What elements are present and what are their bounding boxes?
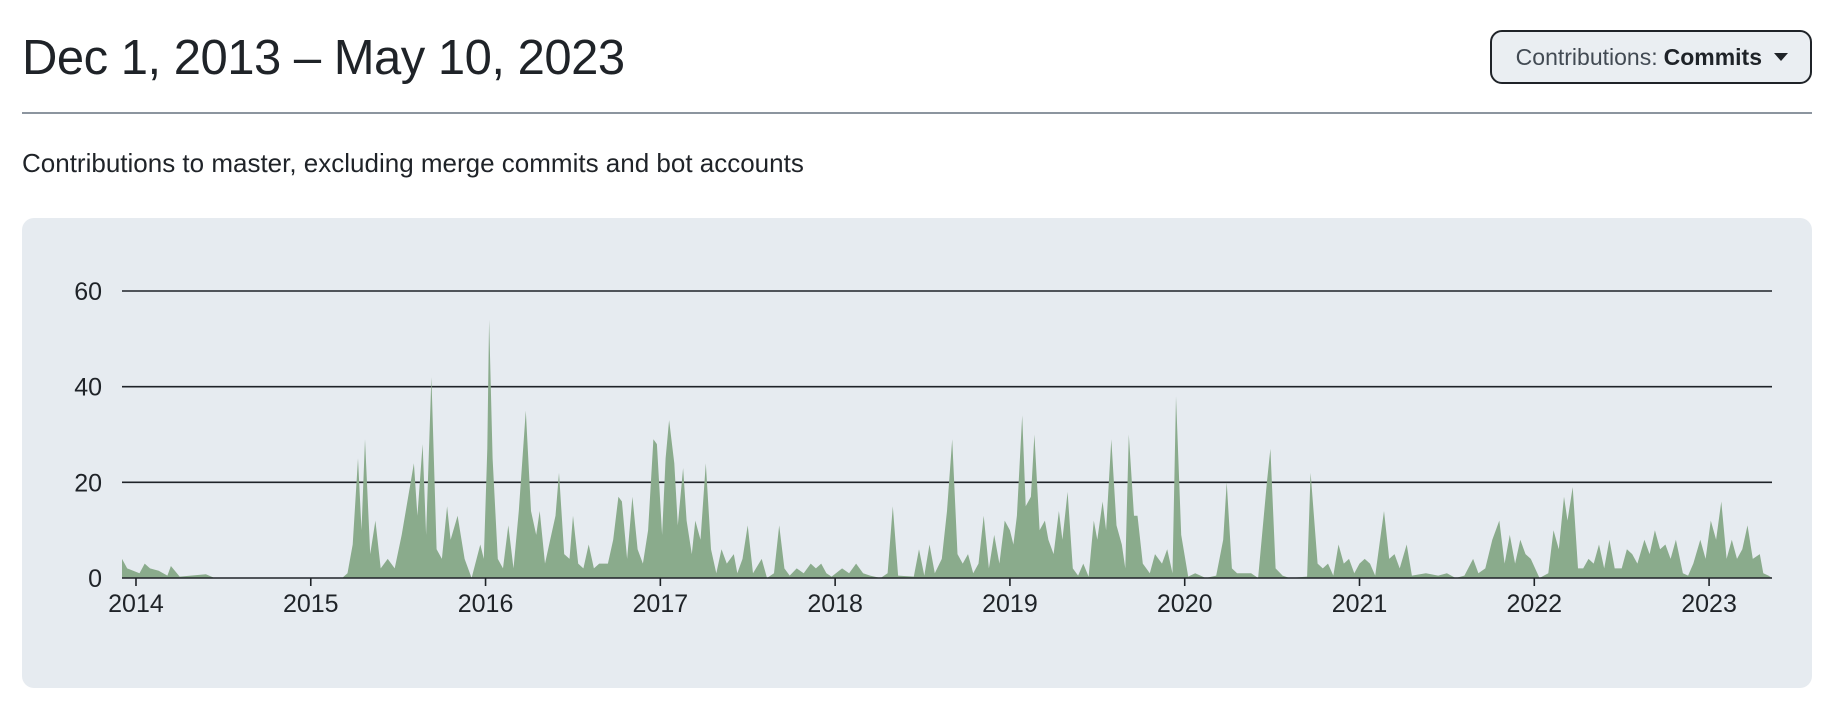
contributions-chart: 0 20 40 60 2014 2015 2016 2017 2018 2019 2020 2021 2… — [74, 278, 1772, 618]
x-tick-label: 2017 — [633, 590, 689, 618]
y-tick-label: 20 — [74, 469, 102, 497]
header: Dec 1, 2013 – May 10, 2023 Contributions… — [22, 26, 1812, 114]
y-tick-label: 60 — [74, 278, 102, 306]
x-tick-label: 2018 — [807, 590, 863, 618]
x-tick-label: 2015 — [283, 590, 339, 618]
series-area-0 — [122, 319, 1772, 578]
x-tick-label: 2022 — [1506, 590, 1562, 618]
x-tick-label: 2020 — [1157, 590, 1213, 618]
y-tick-label: 40 — [74, 374, 102, 402]
x-tick-label: 2014 — [108, 590, 164, 618]
x-tick-label: 2019 — [982, 590, 1038, 618]
y-tick-label: 0 — [88, 565, 102, 593]
caret-down-icon — [1774, 53, 1788, 61]
contributions-dropdown-button[interactable]: Contributions: Commits — [1489, 30, 1812, 84]
x-tick-label: 2021 — [1332, 590, 1388, 618]
dropdown-label: Contributions: — [1515, 43, 1658, 70]
x-tick-label: 2023 — [1681, 590, 1737, 618]
chart-subtitle: Contributions to master, excluding merge… — [22, 148, 804, 178]
x-tick-label: 2016 — [458, 590, 514, 618]
chart-panel: 0 20 40 60 2014 2015 2016 2017 2018 2019 2020 2021 2… — [22, 218, 1812, 688]
dropdown-value: Commits — [1663, 43, 1762, 70]
date-range-title: Dec 1, 2013 – May 10, 2023 — [22, 31, 625, 85]
